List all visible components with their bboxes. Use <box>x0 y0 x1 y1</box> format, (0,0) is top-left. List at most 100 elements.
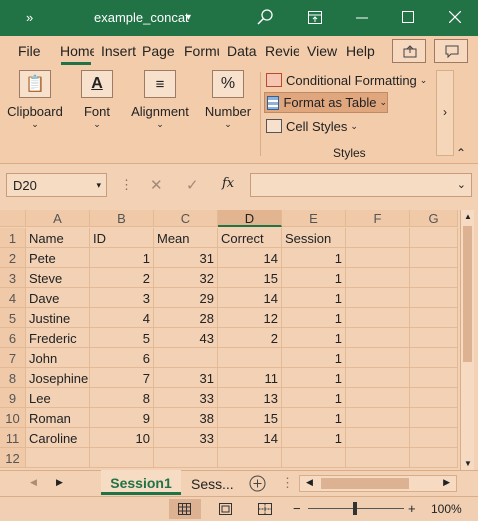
scroll-right-icon[interactable]: ▶ <box>443 477 450 488</box>
table-cell[interactable]: 15 <box>218 268 282 288</box>
clipboard-group[interactable]: 📋 Clipboard ⌄ <box>6 70 64 130</box>
table-cell[interactable]: 1 <box>90 248 154 268</box>
zoom-slider-thumb[interactable] <box>353 502 357 515</box>
add-sheet-icon[interactable] <box>249 475 266 492</box>
column-header[interactable]: F <box>346 210 410 227</box>
table-cell[interactable] <box>346 288 410 308</box>
formula-input[interactable]: ⌄ <box>250 173 472 197</box>
table-cell[interactable]: 1 <box>282 388 346 408</box>
table-cell[interactable]: 1 <box>282 288 346 308</box>
column-header[interactable]: A <box>26 210 90 227</box>
ribbon-display-icon[interactable] <box>308 11 322 24</box>
table-cell[interactable]: John <box>26 348 90 368</box>
table-cell[interactable]: Steve <box>26 268 90 288</box>
minimize-icon[interactable] <box>356 17 368 19</box>
table-cell[interactable]: Name <box>26 228 90 248</box>
table-cell[interactable]: Frederic <box>26 328 90 348</box>
table-cell[interactable]: 2 <box>90 268 154 288</box>
tab-split-grip-icon[interactable]: ⋮ <box>281 475 294 491</box>
number-group[interactable]: % Number ⌄ <box>202 70 254 130</box>
table-cell[interactable]: 13 <box>218 388 282 408</box>
scroll-down-icon[interactable]: ▼ <box>464 459 472 468</box>
table-cell[interactable]: 1 <box>282 408 346 428</box>
row-header[interactable]: 3 <box>0 268 26 288</box>
table-cell[interactable] <box>346 328 410 348</box>
table-cell[interactable]: 12 <box>218 308 282 328</box>
comments-button[interactable] <box>434 39 468 63</box>
tab-help[interactable]: Help <box>346 43 376 59</box>
spreadsheet-grid[interactable]: A B C D E F G 1 Name ID Mean Correct Session 2 Pete 1 31… <box>0 210 478 470</box>
row-header[interactable]: 10 <box>0 408 26 428</box>
table-cell[interactable]: 1 <box>282 328 346 348</box>
table-cell[interactable]: 33 <box>154 428 218 448</box>
table-cell[interactable]: 1 <box>282 308 346 328</box>
table-cell[interactable] <box>410 348 458 368</box>
conditional-formatting-button[interactable]: Conditional Formatting ⌄ <box>266 70 427 90</box>
table-cell[interactable]: 1 <box>282 428 346 448</box>
column-header[interactable]: B <box>90 210 154 227</box>
table-cell[interactable]: Dave <box>26 288 90 308</box>
row-header[interactable]: 8 <box>0 368 26 388</box>
table-cell[interactable]: Session <box>282 228 346 248</box>
table-cell[interactable]: 2 <box>218 328 282 348</box>
table-cell[interactable]: 14 <box>218 288 282 308</box>
table-cell[interactable]: 14 <box>218 248 282 268</box>
insert-function-icon[interactable]: fx <box>222 176 234 191</box>
table-cell[interactable] <box>410 448 458 468</box>
table-cell[interactable] <box>346 428 410 448</box>
ribbon-scroll-right-icon[interactable]: › <box>436 70 454 156</box>
table-cell[interactable] <box>346 368 410 388</box>
table-cell[interactable] <box>410 368 458 388</box>
share-button[interactable] <box>392 39 426 63</box>
table-cell[interactable] <box>410 308 458 328</box>
column-header[interactable]: D <box>218 210 282 227</box>
tab-review[interactable]: Revie <box>265 43 299 59</box>
document-title[interactable]: example_concat <box>94 10 189 25</box>
vertical-scroll-thumb[interactable] <box>463 226 472 362</box>
table-cell[interactable]: Roman <box>26 408 90 428</box>
table-cell[interactable]: 10 <box>90 428 154 448</box>
table-cell[interactable]: 31 <box>154 248 218 268</box>
select-all-corner[interactable] <box>0 210 26 227</box>
more-sheets-icon[interactable]: ... <box>222 476 234 492</box>
zoom-in-icon[interactable]: + <box>408 501 416 516</box>
cell-styles-button[interactable]: Cell Styles ⌄ <box>266 116 358 136</box>
horizontal-scrollbar[interactable]: ◀ ▶ <box>299 475 457 492</box>
scroll-sheets-right-icon[interactable]: ▶ <box>56 477 63 488</box>
table-cell[interactable] <box>26 448 90 468</box>
row-header[interactable]: 11 <box>0 428 26 448</box>
table-cell[interactable] <box>282 448 346 468</box>
scroll-sheets-left-icon[interactable]: ◀ <box>30 477 37 488</box>
table-cell[interactable]: 5 <box>90 328 154 348</box>
table-cell[interactable]: Lee <box>26 388 90 408</box>
column-header[interactable]: C <box>154 210 218 227</box>
title-dropdown-icon[interactable]: ▾ <box>186 12 191 23</box>
table-cell[interactable]: 28 <box>154 308 218 328</box>
format-as-table-button[interactable]: Format as Table ⌄ <box>264 92 388 113</box>
table-cell[interactable]: 1 <box>282 268 346 288</box>
tab-view[interactable]: View <box>307 43 337 59</box>
table-cell[interactable] <box>154 448 218 468</box>
sheet-tab-session2[interactable]: Sess <box>191 476 222 492</box>
row-header[interactable]: 5 <box>0 308 26 328</box>
table-cell[interactable]: ID <box>90 228 154 248</box>
column-header[interactable]: G <box>410 210 458 227</box>
scroll-up-icon[interactable]: ▲ <box>464 212 472 221</box>
table-cell[interactable] <box>410 428 458 448</box>
table-cell[interactable]: 1 <box>282 248 346 268</box>
table-cell[interactable] <box>346 228 410 248</box>
tab-file[interactable]: File <box>18 43 44 59</box>
enter-icon[interactable]: ✓ <box>186 176 199 194</box>
row-header[interactable]: 12 <box>0 448 26 468</box>
table-cell[interactable]: 32 <box>154 268 218 288</box>
table-cell[interactable]: 33 <box>154 388 218 408</box>
table-cell[interactable]: 15 <box>218 408 282 428</box>
tab-insert[interactable]: Insert <box>101 43 137 59</box>
table-cell[interactable]: Mean <box>154 228 218 248</box>
table-cell[interactable] <box>154 348 218 368</box>
table-cell[interactable] <box>90 448 154 468</box>
table-cell[interactable]: 31 <box>154 368 218 388</box>
horizontal-scroll-thumb[interactable] <box>321 478 409 489</box>
table-cell[interactable] <box>410 228 458 248</box>
tab-page[interactable]: Page <box>142 43 174 59</box>
